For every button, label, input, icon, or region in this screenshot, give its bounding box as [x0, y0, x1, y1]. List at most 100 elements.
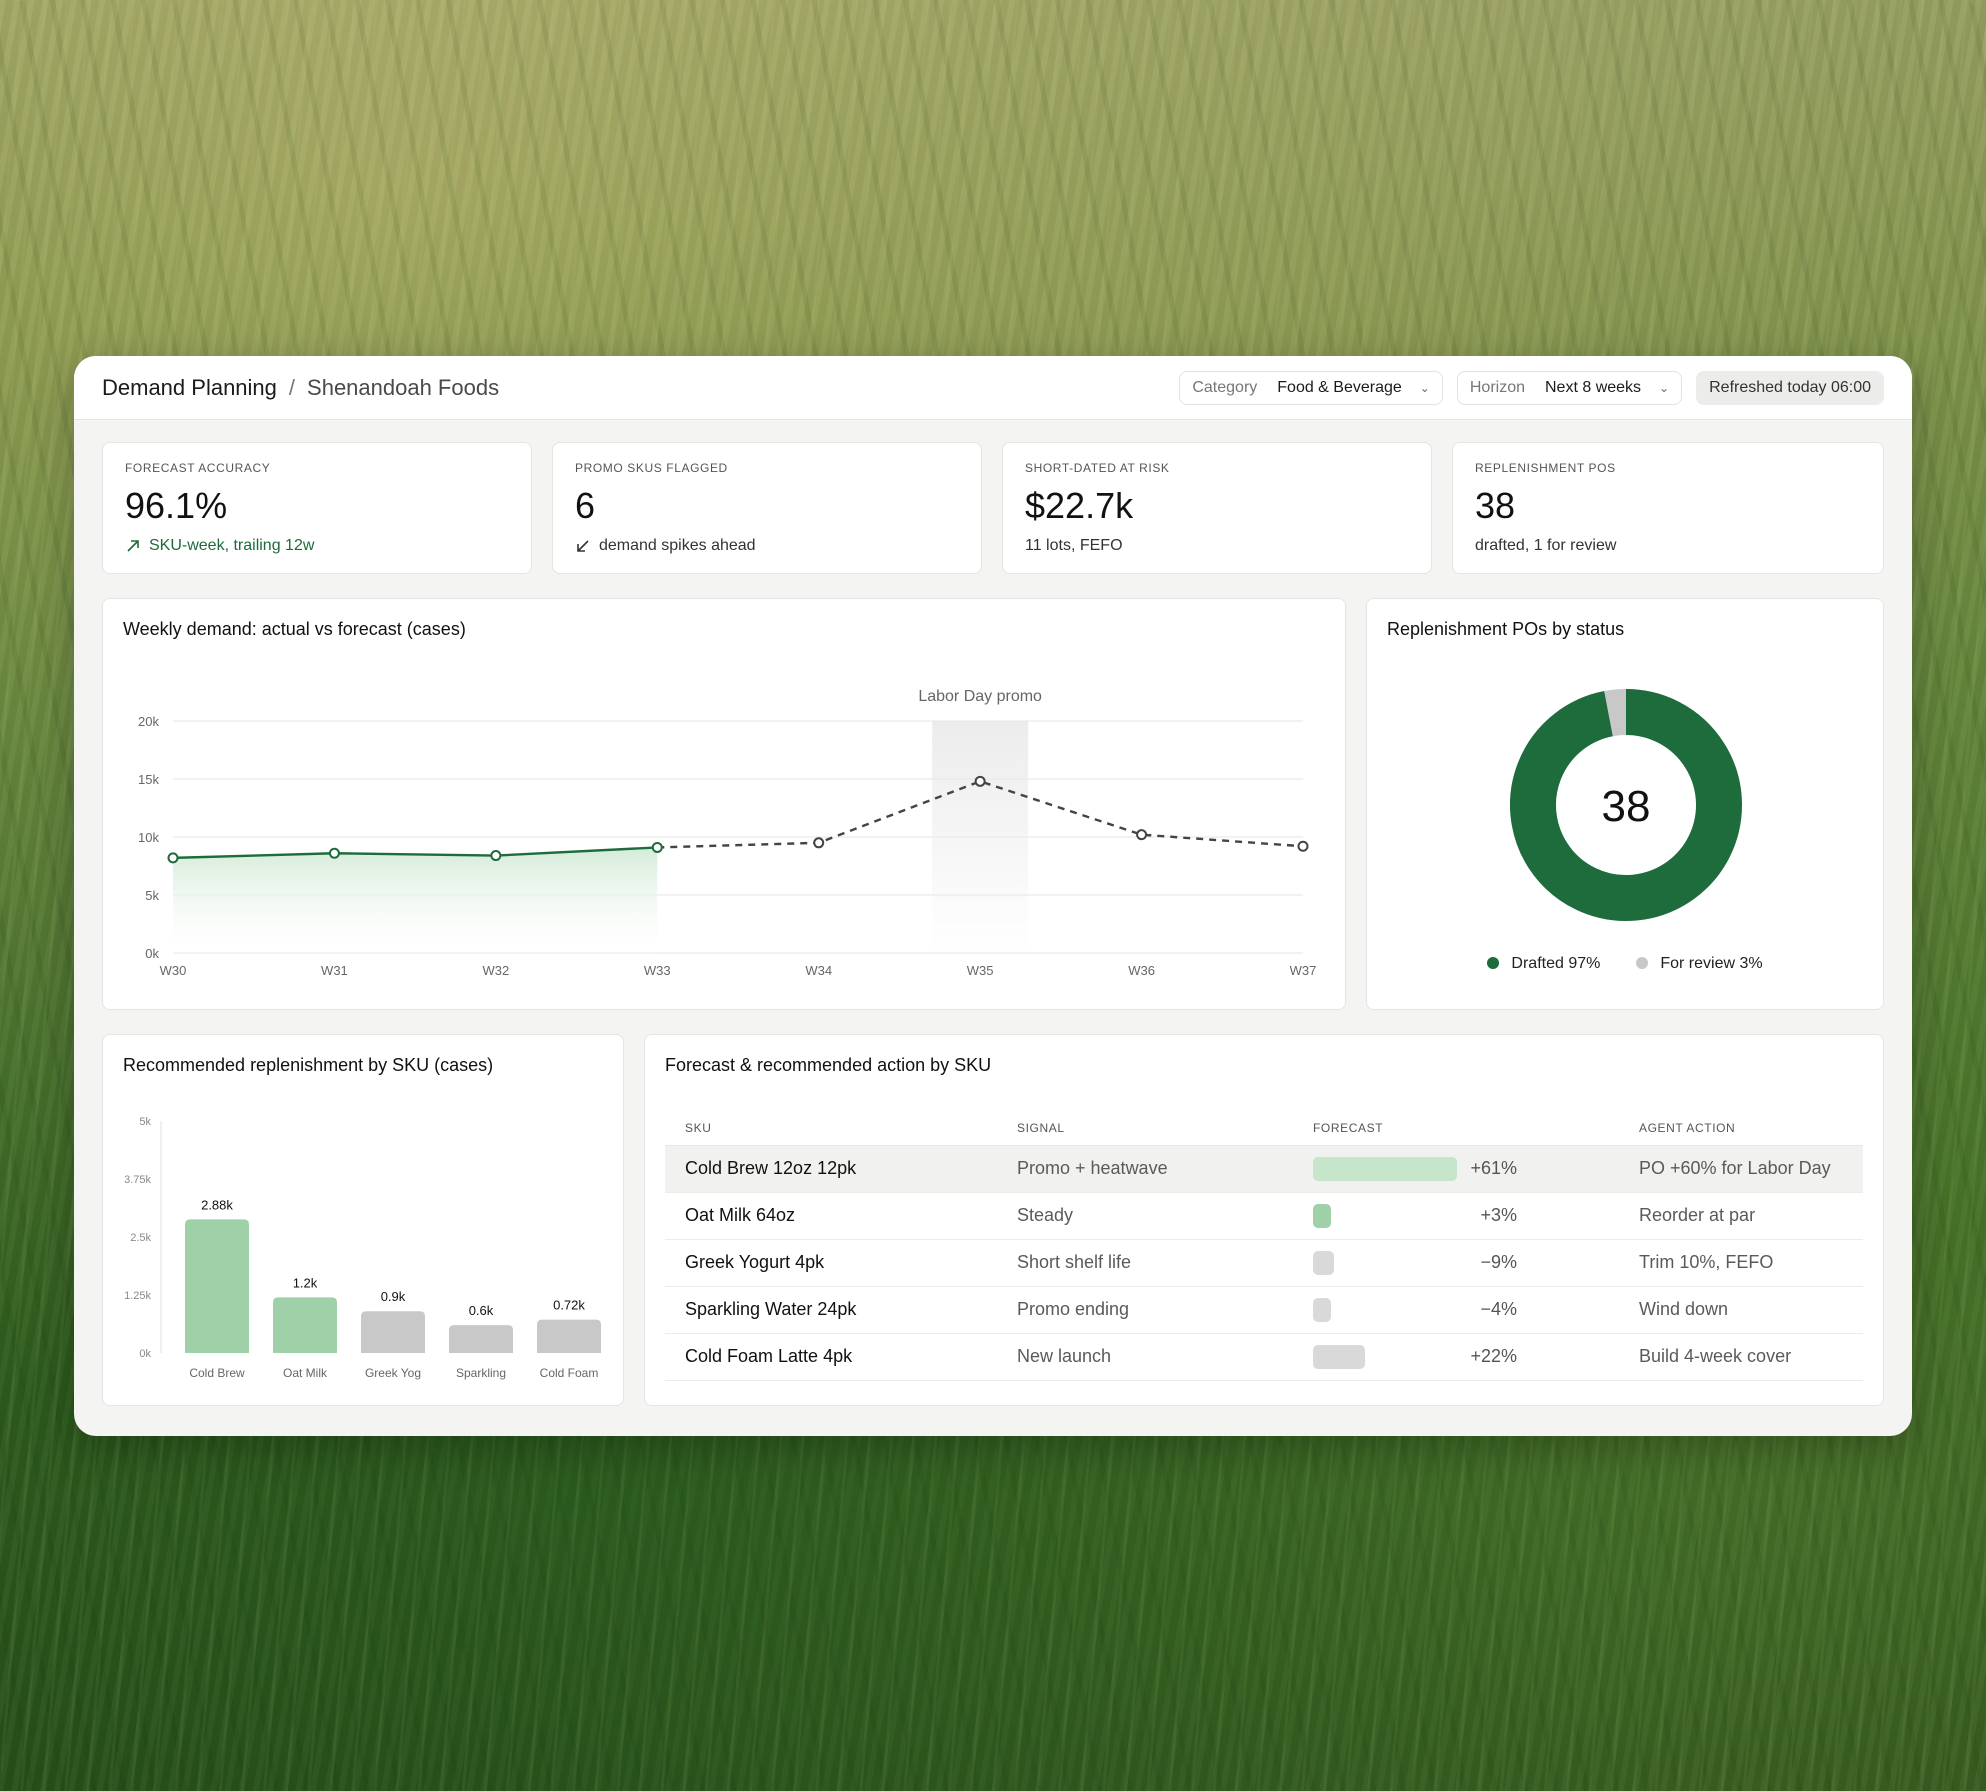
forecast-bar-wrap: −9% — [1313, 1250, 1619, 1275]
legend-label: Drafted 97% — [1511, 955, 1601, 972]
forecast-bar — [1313, 1297, 1331, 1322]
x-tick-label: W34 — [805, 963, 832, 978]
category-select[interactable]: Category Food & Beverage ⌄ — [1179, 370, 1443, 405]
forecast-bar-track — [1313, 1297, 1465, 1322]
y-tick-label: 1.25k — [124, 1290, 151, 1302]
sku-forecast: −4% — [1293, 1286, 1619, 1334]
po-status-card: Replenishment POs by status 38 Drafted 9… — [1366, 598, 1884, 1010]
table-row[interactable]: Cold Foam Latte 4pk New launch +22% Build 4… — [665, 1333, 1863, 1381]
donut-center-value: 38 — [1602, 782, 1651, 831]
forecast-point[interactable] — [813, 837, 825, 849]
col-header-signal[interactable]: SIGNAL — [997, 1111, 1293, 1146]
actual-point[interactable] — [328, 847, 340, 859]
sku-forecast: −9% — [1293, 1239, 1619, 1287]
y-tick-label: 15k — [138, 772, 159, 787]
col-header-sku[interactable]: SKU — [665, 1111, 997, 1146]
arrow-down-left-icon — [577, 540, 589, 552]
forecast-bar-track — [1313, 1156, 1465, 1181]
y-tick-label: 10k — [138, 830, 159, 845]
sku-forecast: +22% — [1293, 1333, 1619, 1381]
horizon-select[interactable]: Horizon Next 8 weeks ⌄ — [1456, 370, 1683, 405]
sku-signal: Promo + heatwave — [997, 1145, 1293, 1193]
sku-signal: Steady — [997, 1192, 1293, 1240]
x-tick-label: Oat Milk — [283, 1366, 328, 1380]
forecast-bar-wrap: +61% — [1313, 1156, 1619, 1181]
kpi-label: PROMO SKUS FLAGGED — [575, 461, 728, 475]
col-header-forecast[interactable]: FORECAST — [1293, 1111, 1619, 1146]
kpi-sub: 11 lots, FEFO — [1025, 537, 1123, 555]
horizon-value: Next 8 weeks — [1545, 378, 1642, 396]
forecast-bar — [1313, 1203, 1331, 1228]
table-row[interactable]: Sparkling Water 24pk Promo ending −4% Wind … — [665, 1286, 1863, 1334]
y-tick-label: 5k — [139, 1116, 151, 1128]
actual-point[interactable] — [167, 852, 179, 864]
legend-dot — [1487, 957, 1500, 969]
forecast-point[interactable] — [974, 775, 986, 787]
sku-name: Cold Foam Latte 4pk — [665, 1333, 997, 1381]
actual-point[interactable] — [651, 841, 663, 853]
y-tick-label: 2.5k — [130, 1232, 151, 1244]
table-row[interactable]: Greek Yogurt 4pk Short shelf life −9% Trim … — [665, 1239, 1863, 1287]
forecast-action-title: Forecast & recommended action by SKU — [665, 1055, 992, 1075]
category-value: Food & Beverage — [1277, 378, 1402, 396]
kpi-sub: SKU-week, trailing 12w — [125, 537, 314, 555]
table-row[interactable]: Cold Brew 12oz 12pk Promo + heatwave +61% P… — [665, 1145, 1863, 1193]
kpi-sub: demand spikes ahead — [575, 537, 756, 555]
x-tick-label: W35 — [967, 963, 994, 978]
sku-agent-action: Build 4-week cover — [1619, 1333, 1863, 1381]
legend-item-drafted[interactable]: Drafted 97% — [1487, 955, 1600, 973]
kpi-sub-text: 11 lots, FEFO — [1025, 537, 1123, 554]
kpi-value: 96.1% — [125, 485, 228, 526]
x-tick-label: W36 — [1128, 963, 1155, 978]
kpi-forecast-accuracy: FORECAST ACCURACY 96.1% SKU-week, traili… — [102, 442, 532, 574]
bar[interactable] — [185, 1219, 249, 1353]
forecast-bar-track — [1313, 1250, 1465, 1275]
sku-name: Cold Brew 12oz 12pk — [665, 1145, 997, 1193]
x-tick-label: W37 — [1290, 963, 1317, 978]
sku-forecast: +3% — [1293, 1192, 1619, 1240]
replenishment-bar-chart: 0k 1.25k 2.5k 3.75k 5k 2.88k Cold Brew 1.2k Oat … — [124, 1116, 601, 1380]
forecast-pct: −4% — [1480, 1299, 1517, 1319]
x-tick-label: W31 — [321, 963, 348, 978]
replenishment-by-sku-card: Recommended replenishment by SKU (cases)… — [102, 1034, 624, 1406]
forecast-bar-wrap: −4% — [1313, 1297, 1619, 1322]
bar-value-label: 2.88k — [201, 1197, 233, 1212]
x-tick-label: Cold Foam — [540, 1366, 599, 1380]
y-tick-label: 3.75k — [124, 1174, 151, 1186]
x-tick-label: W30 — [160, 963, 187, 978]
forecast-bar — [1313, 1250, 1335, 1275]
kpi-sub-text: drafted, 1 for review — [1475, 537, 1617, 554]
bar-value-label: 0.6k — [469, 1303, 494, 1318]
x-tick-label: W32 — [482, 963, 509, 978]
forecast-point[interactable] — [1297, 840, 1309, 852]
kpi-promo-skus: PROMO SKUS FLAGGED 6 demand spikes ahead — [552, 442, 982, 574]
forecast-pct: −9% — [1480, 1252, 1517, 1272]
sku-agent-action: Reorder at par — [1619, 1192, 1863, 1240]
forecast-point[interactable] — [1136, 829, 1148, 841]
chevron-down-icon: ⌄ — [1659, 380, 1670, 395]
breadcrumb-separator: / — [288, 374, 296, 400]
y-tick-label: 0k — [145, 946, 159, 961]
bar[interactable] — [537, 1319, 601, 1353]
bar[interactable] — [361, 1311, 425, 1353]
x-tick-label: Cold Brew — [189, 1366, 245, 1380]
donut-slice-for-review[interactable] — [1604, 689, 1627, 737]
bar[interactable] — [449, 1325, 513, 1353]
forecast-bar-track — [1313, 1203, 1465, 1228]
weekly-demand-chart: Labor Day promo 0k 5k 10k 15k 20k W30 W31 W32 W33… — [138, 688, 1317, 978]
bar-value-label: 1.2k — [293, 1275, 318, 1290]
y-tick-label: 20k — [138, 714, 159, 729]
arrow-up-right-icon — [127, 540, 139, 552]
actual-point[interactable] — [490, 850, 502, 862]
kpi-label: REPLENISHMENT POS — [1475, 461, 1616, 475]
breadcrumb-app[interactable]: Demand Planning — [102, 375, 277, 401]
breadcrumb-org: Shenandoah Foods — [307, 374, 500, 400]
top-bar: Demand Planning / Shenandoah Foods Categ… — [74, 356, 1912, 420]
bar[interactable] — [273, 1297, 337, 1353]
table-row[interactable]: Oat Milk 64oz Steady +3% Reorder at par — [665, 1192, 1863, 1240]
col-header-action[interactable]: AGENT ACTION — [1619, 1111, 1863, 1146]
sku-table: SKU SIGNAL FORECAST AGENT ACTION Cold Br… — [665, 1111, 1863, 1381]
legend-item-for-review[interactable]: For review 3% — [1636, 955, 1763, 973]
forecast-bar-wrap: +22% — [1313, 1344, 1619, 1369]
donut-legend: Drafted 97% For review 3% — [1367, 955, 1883, 973]
